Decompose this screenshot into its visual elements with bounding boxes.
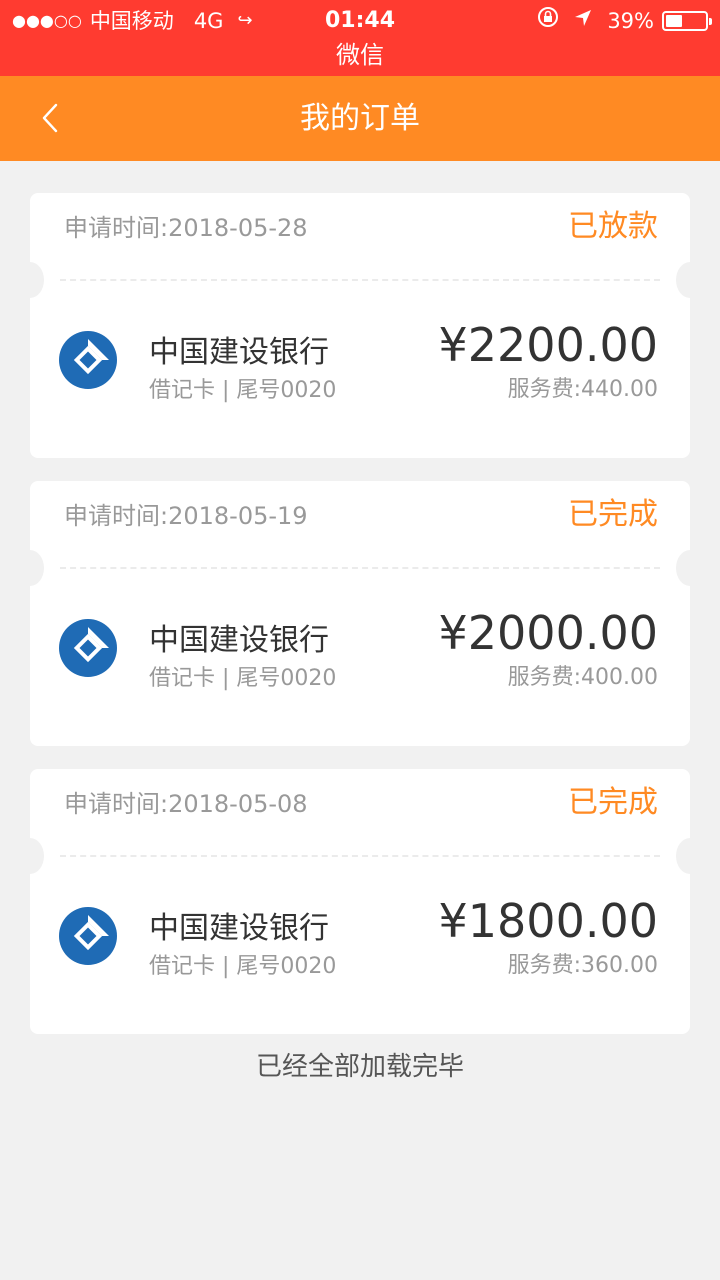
battery-percent: 39% [607, 9, 654, 33]
apply-time: 申请时间:2018-05-28 [64, 214, 308, 242]
location-arrow-icon [573, 6, 593, 36]
service-fee: 服务费:440.00 [507, 377, 658, 402]
battery-icon [662, 11, 712, 31]
order-amount: ¥2200.00 [438, 318, 659, 372]
ticket-notch-left [16, 550, 44, 586]
ccb-bank-logo-icon [59, 619, 117, 677]
order-card[interactable]: 申请时间:2018-05-08 已完成 中国建设银行 借记卡 | 尾号0020 … [16, 769, 704, 1034]
order-status: 已完成 [568, 785, 658, 820]
ccb-bank-logo-icon [59, 331, 117, 389]
card-info: 借记卡 | 尾号0020 [149, 378, 337, 403]
dashed-divider [60, 855, 660, 857]
status-bar: ●●●○○ 中国移动 4G ↪ 01:44 39% 微信 [0, 0, 720, 76]
order-card[interactable]: 申请时间:2018-05-19 已完成 中国建设银行 借记卡 | 尾号0020 … [16, 481, 704, 746]
order-amount: ¥2000.00 [438, 606, 659, 660]
ticket-notch-right [676, 262, 704, 298]
bank-name: 中国建设银行 [149, 623, 329, 658]
bank-name: 中国建设银行 [149, 335, 329, 370]
app-name: 微信 [336, 41, 384, 69]
chevron-left-icon [42, 103, 58, 133]
ccb-bank-logo-icon [59, 907, 117, 965]
page-title: 我的订单 [300, 101, 420, 136]
order-card[interactable]: 申请时间:2018-05-28 已放款 中国建设银行 借记卡 | 尾号0020 … [16, 193, 704, 458]
battery-level [666, 15, 683, 27]
order-amount: ¥1800.00 [438, 894, 659, 948]
card-info: 借记卡 | 尾号0020 [149, 666, 337, 691]
apply-time: 申请时间:2018-05-08 [64, 790, 308, 818]
dashed-divider [60, 279, 660, 281]
order-status: 已完成 [568, 497, 658, 532]
back-button[interactable] [28, 96, 72, 140]
ticket-notch-right [676, 550, 704, 586]
service-fee: 服务费:400.00 [507, 665, 658, 690]
apply-time: 申请时间:2018-05-19 [64, 502, 308, 530]
card-info: 借记卡 | 尾号0020 [149, 954, 337, 979]
rotation-lock-icon [537, 6, 559, 36]
order-status: 已放款 [568, 209, 658, 244]
ticket-notch-left [16, 838, 44, 874]
navigation-bar: 我的订单 [0, 76, 720, 161]
service-fee: 服务费:360.00 [507, 953, 658, 978]
dashed-divider [60, 567, 660, 569]
ticket-notch-left [16, 262, 44, 298]
all-loaded-text: 已经全部加载完毕 [255, 1052, 464, 1082]
bank-name: 中国建设银行 [149, 911, 329, 946]
ticket-notch-right [676, 838, 704, 874]
